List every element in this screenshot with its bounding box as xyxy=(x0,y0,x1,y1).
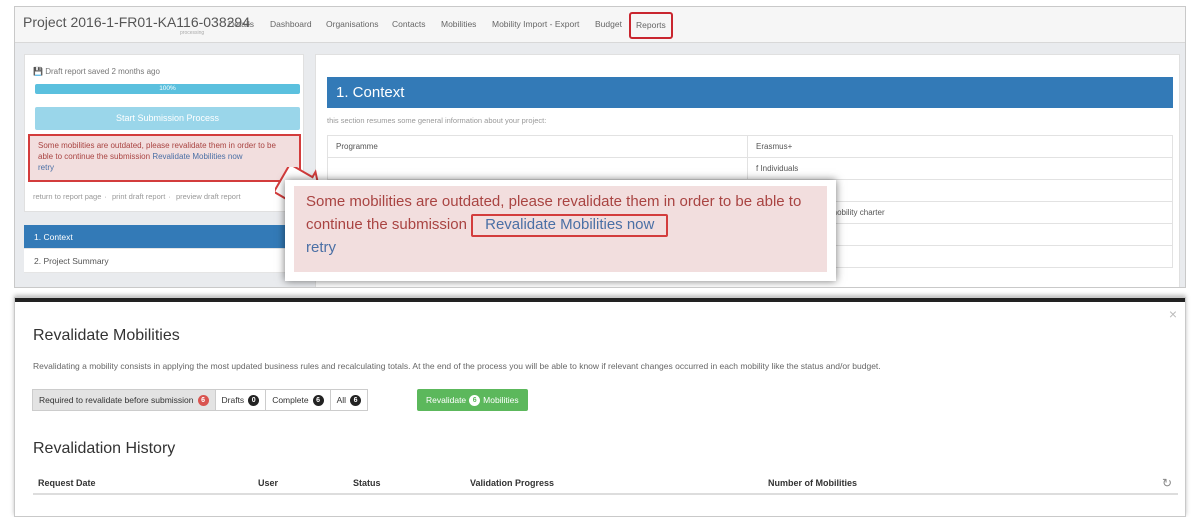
save-icon: 💾 xyxy=(33,67,43,76)
revalidate-mobilities-modal: × Revalidate Mobilities Revalidating a m… xyxy=(14,297,1186,517)
col-request-date[interactable]: Request Date xyxy=(38,478,96,488)
project-report-window: Project 2016-1-FR01-KA116-038294 process… xyxy=(14,6,1186,288)
context-heading: 1. Context xyxy=(327,77,1173,108)
close-icon[interactable]: × xyxy=(1169,306,1177,322)
mobility-filter-group: Required to revalidate before submission… xyxy=(32,389,369,411)
project-status: processing xyxy=(180,30,205,36)
filter-required[interactable]: Required to revalidate before submission… xyxy=(32,389,216,411)
col-user[interactable]: User xyxy=(258,478,278,488)
section-nav: 1. Context 2. Project Summary xyxy=(24,225,294,273)
outdated-warning: Some mobilities are outdated, please rev… xyxy=(28,134,301,182)
filter-complete[interactable]: Complete 6 xyxy=(265,389,331,411)
filter-all[interactable]: All 6 xyxy=(329,389,369,411)
revalidate-count: 6 xyxy=(469,394,481,406)
nav-organisations[interactable]: Organisations xyxy=(326,19,378,29)
filter-complete-count: 6 xyxy=(312,394,324,406)
nav-reports[interactable]: Reports xyxy=(629,12,673,39)
col-status[interactable]: Status xyxy=(353,478,381,488)
filter-all-label: All xyxy=(336,395,347,405)
zoomed-retry-link[interactable]: retry xyxy=(306,239,336,256)
history-table-header: Request Date User Status Validation Prog… xyxy=(33,473,1178,495)
retry-link[interactable]: retry xyxy=(38,163,54,172)
filter-required-label: Required to revalidate before submission xyxy=(39,395,194,405)
report-links: return to report page · print draft repor… xyxy=(33,192,241,201)
context-subtitle: this section resumes some general inform… xyxy=(327,116,547,125)
modal-description: Revalidating a mobility consists in appl… xyxy=(33,361,881,371)
filter-all-count: 6 xyxy=(350,394,362,406)
nav-mobility-import-export[interactable]: Mobility Import - Export xyxy=(492,19,579,29)
filter-drafts-count: 0 xyxy=(248,394,260,406)
zoomed-warning-callout: Some mobilities are outdated, please rev… xyxy=(285,180,836,281)
section-nav-project-summary[interactable]: 2. Project Summary xyxy=(24,249,294,273)
nav-mobilities[interactable]: Mobilities xyxy=(441,19,476,29)
submission-panel: 💾 Draft report saved 2 months ago 100% S… xyxy=(24,54,304,212)
nav-dashboard[interactable]: Dashboard xyxy=(270,19,312,29)
draft-status-text: Draft report saved 2 months ago xyxy=(45,67,160,76)
revalidate-button-suffix: Mobilities xyxy=(483,395,519,405)
modal-title: Revalidate Mobilities xyxy=(33,327,180,344)
revalidate-button[interactable]: Revalidate 6 Mobilities xyxy=(417,389,528,411)
refresh-icon[interactable]: ↻ xyxy=(1162,476,1172,490)
filter-complete-label: Complete xyxy=(272,395,309,405)
zoomed-revalidate-link[interactable]: Revalidate Mobilities now xyxy=(471,214,669,237)
draft-status: 💾 Draft report saved 2 months ago xyxy=(33,67,160,76)
return-to-report-link[interactable]: return to report page xyxy=(33,192,101,201)
start-submission-button[interactable]: Start Submission Process xyxy=(35,107,300,130)
nav-details[interactable]: Details xyxy=(228,19,254,29)
history-title: Revalidation History xyxy=(33,440,176,457)
print-draft-link[interactable]: print draft report xyxy=(112,192,165,201)
table-row: f Individuals xyxy=(327,157,1173,180)
progress-bar: 100% xyxy=(35,84,300,94)
table-row: Programme Erasmus+ xyxy=(327,135,1173,158)
filter-drafts[interactable]: Drafts 0 xyxy=(214,389,267,411)
zoomed-warning: Some mobilities are outdated, please rev… xyxy=(294,186,827,272)
col-number-of-mobilities[interactable]: Number of Mobilities xyxy=(768,478,857,488)
nav-budget[interactable]: Budget xyxy=(595,19,622,29)
section-nav-context[interactable]: 1. Context xyxy=(24,225,294,249)
revalidate-mobilities-link[interactable]: Revalidate Mobilities now xyxy=(152,152,242,161)
filter-drafts-label: Drafts xyxy=(221,395,245,405)
filter-required-count: 6 xyxy=(197,394,209,406)
col-validation-progress[interactable]: Validation Progress xyxy=(470,478,554,488)
preview-draft-link[interactable]: preview draft report xyxy=(176,192,241,201)
revalidate-button-label: Revalidate xyxy=(426,395,467,405)
navbar: Project 2016-1-FR01-KA116-038294 process… xyxy=(15,7,1185,43)
modal-backdrop-strip xyxy=(15,298,1185,302)
nav-contacts[interactable]: Contacts xyxy=(392,19,426,29)
project-title[interactable]: Project 2016-1-FR01-KA116-038294 xyxy=(23,14,250,30)
